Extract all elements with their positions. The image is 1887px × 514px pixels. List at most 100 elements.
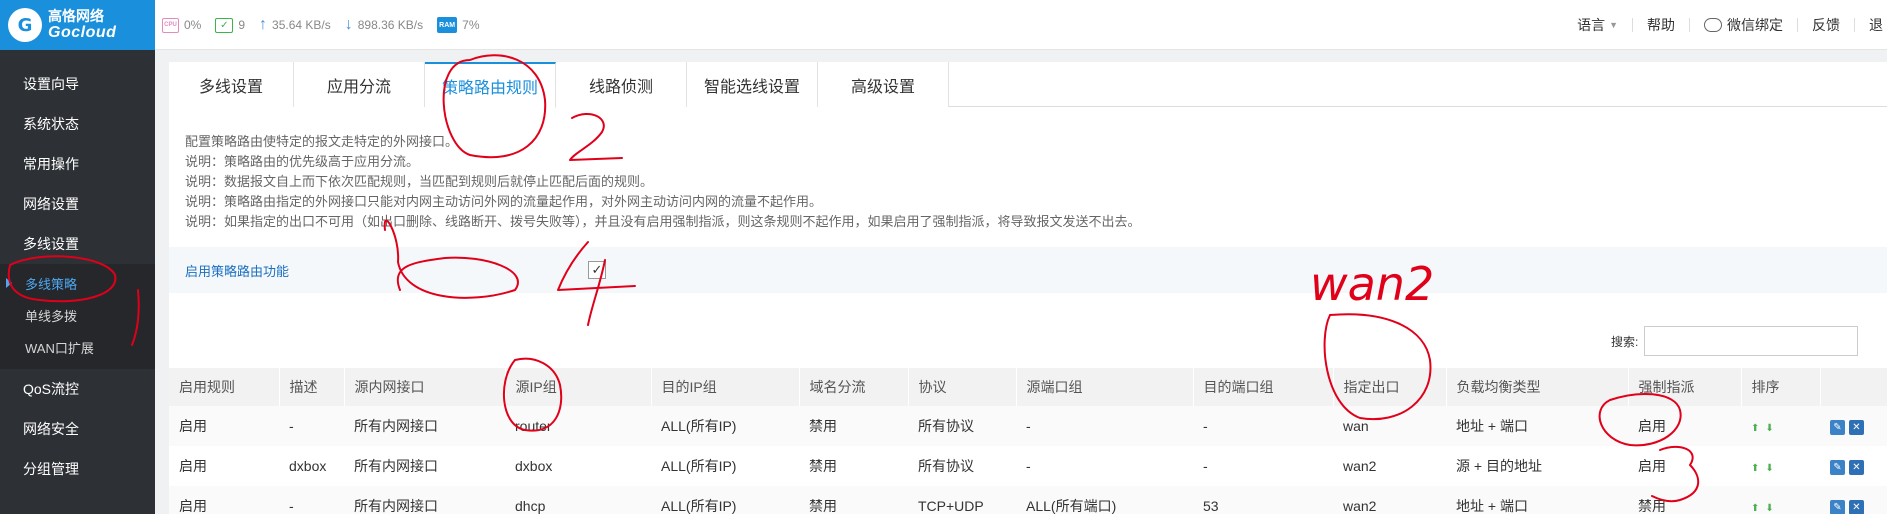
tab-policy-routing-rules[interactable]: 策略路由规则 bbox=[425, 62, 556, 108]
edit-icon[interactable]: ✎ bbox=[1830, 500, 1845, 514]
cell-force-assign: 启用 bbox=[1628, 446, 1741, 486]
col-header-load-balance-type[interactable]: 负载均衡类型 bbox=[1446, 368, 1629, 406]
edit-icon[interactable]: ✎ bbox=[1830, 460, 1845, 475]
cpu-value: 0% bbox=[184, 18, 202, 32]
sidebar-item-network-security[interactable]: 网络安全 bbox=[0, 409, 155, 449]
cell-enable: 启用 bbox=[169, 406, 279, 446]
table-row[interactable]: 启用 dxbox 所有内网接口 dxbox ALL(所有IP) 禁用 所有协议 … bbox=[169, 446, 1887, 486]
sidebar-item-setup-wizard[interactable]: 设置向导 bbox=[0, 64, 155, 104]
col-header-dest-ip-group[interactable]: 目的IP组 bbox=[651, 368, 800, 406]
cell-assigned-outlet: wan bbox=[1333, 406, 1446, 446]
upload-stat: ↑ 35.64 KB/s bbox=[259, 16, 331, 34]
sort-up-down-icon[interactable]: ⬆⬇ bbox=[1751, 503, 1780, 514]
sidebar-item-group-management[interactable]: 分组管理 bbox=[0, 449, 155, 489]
col-header-source-lan-iface[interactable]: 源内网接口 bbox=[344, 368, 506, 406]
tab-advanced-settings[interactable]: 高级设置 bbox=[818, 62, 949, 107]
cell-dest-ip-group: ALL(所有IP) bbox=[651, 446, 799, 486]
brand-name-cn: 高恪网络 bbox=[48, 7, 104, 24]
note-line: 说明：策略路由指定的外网接口只能对内网主动访问外网的流量起作用，对外网主动访问内… bbox=[185, 194, 823, 209]
tab-smart-line-selection[interactable]: 智能选线设置 bbox=[687, 62, 818, 107]
main-area: 多线设置 应用分流 策略路由规则 线路侦测 智能选线设置 高级设置 配置策略路由… bbox=[155, 50, 1887, 514]
cell-assigned-outlet: wan2 bbox=[1333, 446, 1446, 486]
policy-rules-table: 启用规则 描述 源内网接口 源IP组 目的IP组 域名分流 协议 源端口组 目的… bbox=[169, 368, 1887, 514]
brand-name-en: Gocloud bbox=[48, 23, 117, 41]
cell-dest-ip-group: ALL(所有IP) bbox=[651, 486, 799, 514]
sidebar-subitem-wan-expansion[interactable]: WAN口扩展 bbox=[0, 331, 155, 363]
sidebar-submenu: 多线策略 单线多拨 WAN口扩展 bbox=[0, 264, 155, 369]
cell-source-port-group: ALL(所有端口) bbox=[1016, 486, 1193, 514]
search-input[interactable] bbox=[1644, 326, 1859, 356]
cell-domain-split: 禁用 bbox=[799, 446, 908, 486]
tab-multiline-settings[interactable]: 多线设置 bbox=[169, 62, 294, 107]
cell-description: - bbox=[279, 486, 344, 514]
cell-domain-split: 禁用 bbox=[799, 406, 908, 446]
cell-source-iface: 所有内网接口 bbox=[344, 406, 505, 446]
enable-policy-routing-label: 启用策略路由功能 bbox=[185, 263, 290, 279]
search-label: 搜索: bbox=[1611, 334, 1639, 349]
cell-description: dxbox bbox=[279, 446, 344, 486]
tab-line-detection[interactable]: 线路侦测 bbox=[556, 62, 687, 107]
cell-force-assign: 启用 bbox=[1628, 406, 1741, 446]
cell-dest-port-group: - bbox=[1193, 406, 1333, 446]
cell-source-ip-group: dxbox bbox=[505, 446, 651, 486]
ram-stat: RAM 7% bbox=[437, 17, 479, 33]
col-header-protocol[interactable]: 协议 bbox=[908, 368, 1017, 406]
delete-icon[interactable]: ✕ bbox=[1849, 420, 1864, 435]
exit-link[interactable]: 退 bbox=[1855, 18, 1887, 32]
delete-icon[interactable]: ✕ bbox=[1849, 500, 1864, 514]
cell-dest-port-group: 53 bbox=[1193, 486, 1333, 514]
sort-up-down-icon[interactable]: ⬆⬇ bbox=[1751, 463, 1780, 474]
monitor-check-icon: ✓ bbox=[215, 17, 234, 33]
sidebar-subitem-single-line-multi-dial[interactable]: 单线多拨 bbox=[0, 299, 155, 331]
cpu-stat: CPU 0% bbox=[162, 17, 202, 33]
col-header-dest-port-group[interactable]: 目的端口组 bbox=[1193, 368, 1334, 406]
cell-protocol: 所有协议 bbox=[908, 406, 1016, 446]
chevron-down-icon: ▼ bbox=[1609, 20, 1618, 30]
download-value: 898.36 KB/s bbox=[357, 18, 424, 32]
brand-logo[interactable]: G 高恪网络 Gocloud bbox=[0, 0, 155, 50]
ram-value: 7% bbox=[462, 18, 480, 32]
sidebar-subitem-multiline-policy[interactable]: 多线策略 bbox=[0, 267, 155, 299]
sidebar-item-system-status[interactable]: 系统状态 bbox=[0, 104, 155, 144]
wechat-bind-link[interactable]: 微信绑定 bbox=[1690, 18, 1798, 32]
note-line: 说明：数据报文自上而下依次匹配规则，当匹配到规则后就停止匹配后面的规则。 bbox=[185, 174, 654, 189]
tab-app-split[interactable]: 应用分流 bbox=[294, 62, 425, 107]
help-link[interactable]: 帮助 bbox=[1633, 18, 1690, 32]
cell-source-ip-group: router bbox=[505, 406, 651, 446]
sidebar: 设置向导 系统状态 常用操作 网络设置 多线设置 多线策略 单线多拨 WAN口扩… bbox=[0, 50, 155, 514]
edit-icon[interactable]: ✎ bbox=[1830, 420, 1845, 435]
search-bar: 搜索: bbox=[1611, 326, 1859, 356]
col-header-force-assign[interactable]: 强制指派 bbox=[1628, 368, 1742, 406]
sidebar-item-common-ops[interactable]: 常用操作 bbox=[0, 144, 155, 184]
upload-arrow-icon: ↑ bbox=[259, 16, 268, 33]
feedback-link[interactable]: 反馈 bbox=[1798, 18, 1855, 32]
language-menu[interactable]: 语言 ▼ bbox=[1563, 18, 1633, 32]
sidebar-item-network-settings[interactable]: 网络设置 bbox=[0, 184, 155, 224]
col-header-source-ip-group[interactable]: 源IP组 bbox=[505, 368, 652, 406]
note-line: 说明：如果指定的出口不可用（如出口删除、线路断开、拨号失败等），并且没有启用强制… bbox=[185, 214, 1141, 229]
table-row[interactable]: 启用 - 所有内网接口 router ALL(所有IP) 禁用 所有协议 - -… bbox=[169, 406, 1887, 446]
cell-load-balance-type: 地址 + 端口 bbox=[1446, 406, 1628, 446]
col-header-description[interactable]: 描述 bbox=[279, 368, 345, 406]
delete-icon[interactable]: ✕ bbox=[1849, 460, 1864, 475]
cell-dest-ip-group: ALL(所有IP) bbox=[651, 406, 799, 446]
cell-force-assign: 禁用 bbox=[1628, 486, 1741, 514]
col-header-sort[interactable]: 排序 bbox=[1741, 368, 1821, 406]
upload-value: 35.64 KB/s bbox=[272, 18, 331, 32]
status-stats: CPU 0% ✓ 9 ↑ 35.64 KB/s ↓ 898.36 KB/s RA… bbox=[162, 0, 493, 50]
sort-up-down-icon[interactable]: ⬆⬇ bbox=[1751, 423, 1780, 434]
cell-description: - bbox=[279, 406, 344, 446]
col-header-source-port-group[interactable]: 源端口组 bbox=[1016, 368, 1194, 406]
col-header-enable-rule[interactable]: 启用规则 bbox=[169, 368, 280, 406]
header-links: 语言 ▼ 帮助 微信绑定 反馈 退 bbox=[1563, 0, 1887, 50]
enable-policy-routing-row: 启用策略路由功能 ✓ bbox=[169, 247, 1887, 293]
col-header-assigned-outlet[interactable]: 指定出口 bbox=[1333, 368, 1447, 406]
table-row[interactable]: 启用 - 所有内网接口 dhcp ALL(所有IP) 禁用 TCP+UDP AL… bbox=[169, 486, 1887, 514]
ram-icon: RAM bbox=[437, 17, 458, 33]
enable-policy-routing-checkbox[interactable]: ✓ bbox=[588, 261, 606, 279]
sidebar-item-multiline-settings[interactable]: 多线设置 bbox=[0, 224, 155, 264]
devices-stat: ✓ 9 bbox=[215, 17, 245, 33]
sidebar-item-qos[interactable]: QoS流控 bbox=[0, 369, 155, 409]
download-stat: ↓ 898.36 KB/s bbox=[345, 16, 423, 34]
col-header-domain-split[interactable]: 域名分流 bbox=[799, 368, 909, 406]
